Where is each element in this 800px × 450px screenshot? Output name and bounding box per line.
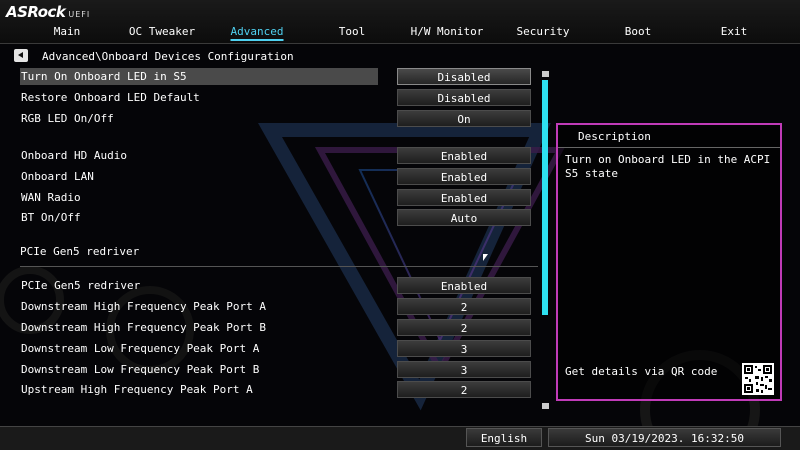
setting-value-dropdown[interactable]: Auto <box>397 209 531 226</box>
setting-ds-low-freq-port-a[interactable]: Downstream Low Frequency Peak Port A 3 <box>20 340 532 357</box>
setting-pcie-gen5-redriver[interactable]: PCIe Gen5 redriver Enabled <box>20 277 532 294</box>
setting-label: Downstream High Frequency Peak Port B <box>21 321 267 334</box>
setting-value-dropdown[interactable]: On <box>397 110 531 127</box>
tab-oc-tweaker[interactable]: OC Tweaker <box>129 25 195 38</box>
setting-label: Onboard HD Audio <box>21 149 127 162</box>
tab-advanced[interactable]: Advanced <box>230 25 284 41</box>
setting-value-input[interactable]: 3 <box>397 340 531 357</box>
description-text: Turn on Onboard LED in the ACPI S5 state <box>565 153 771 180</box>
language-button[interactable]: English <box>466 428 542 447</box>
setting-label: Turn On Onboard LED in S5 <box>20 68 378 85</box>
setting-label: Upstream High Frequency Peak Port A <box>21 383 253 396</box>
brand-name: ASRock <box>6 3 66 21</box>
tab-security[interactable]: Security <box>517 25 570 38</box>
setting-label: WAN Radio <box>21 191 81 204</box>
setting-ds-high-freq-port-a[interactable]: Downstream High Frequency Peak Port A 2 <box>20 298 532 315</box>
setting-label: Downstream Low Frequency Peak Port A <box>21 342 260 355</box>
description-panel: Description Turn on Onboard LED in the A… <box>556 123 782 401</box>
qr-code-icon[interactable] <box>742 363 774 395</box>
setting-onboard-hd-audio[interactable]: Onboard HD Audio Enabled <box>20 147 532 164</box>
setting-onboard-led-s5[interactable]: Turn On Onboard LED in S5 Disabled <box>20 68 532 85</box>
setting-us-high-freq-port-a[interactable]: Upstream High Frequency Peak Port A 2 <box>20 381 532 398</box>
setting-ds-high-freq-port-b[interactable]: Downstream High Frequency Peak Port B 2 <box>20 319 532 336</box>
asrock-logo: ASRock UEFI <box>6 3 90 21</box>
setting-rgb-led[interactable]: RGB LED On/Off On <box>20 110 532 127</box>
setting-value-dropdown[interactable]: Disabled <box>397 89 531 106</box>
setting-wan-radio[interactable]: WAN Radio Enabled <box>20 189 532 206</box>
tab-main[interactable]: Main <box>54 25 81 38</box>
section-divider <box>20 266 538 267</box>
scroll-up-arrow-icon[interactable] <box>542 71 549 77</box>
top-menu-bar: ASRock UEFI Main OC Tweaker Advanced Tool… <box>0 0 800 44</box>
setting-value-dropdown[interactable]: Enabled <box>397 147 531 164</box>
setting-value-input[interactable]: 2 <box>397 381 531 398</box>
description-header: Description <box>558 125 780 148</box>
setting-bt[interactable]: BT On/Off Auto <box>20 209 532 226</box>
setting-label: PCIe Gen5 redriver <box>21 279 141 292</box>
setting-value-input[interactable]: 3 <box>397 361 531 378</box>
setting-value-input[interactable]: 2 <box>397 319 531 336</box>
chevron-left-icon[interactable] <box>14 49 28 62</box>
description-title: Description <box>578 130 651 143</box>
setting-value-dropdown[interactable]: Enabled <box>397 189 531 206</box>
scroll-down-arrow-icon[interactable] <box>542 403 549 409</box>
mouse-cursor-icon <box>483 254 488 261</box>
tab-hw-monitor[interactable]: H/W Monitor <box>411 25 484 38</box>
setting-label: RGB LED On/Off <box>21 112 114 125</box>
tab-tool[interactable]: Tool <box>339 25 366 38</box>
setting-restore-led-default[interactable]: Restore Onboard LED Default Disabled <box>20 89 532 106</box>
setting-value-dropdown[interactable]: Disabled <box>397 68 531 85</box>
breadcrumb: Advanced\Onboard Devices Configuration <box>42 50 294 63</box>
setting-onboard-lan[interactable]: Onboard LAN Enabled <box>20 168 532 185</box>
brand-suffix: UEFI <box>68 10 91 19</box>
qr-label: Get details via QR code <box>565 365 718 378</box>
datetime-display: Sun 03/19/2023. 16:32:50 <box>548 428 781 447</box>
scrollbar-thumb[interactable] <box>542 80 548 315</box>
setting-label: BT On/Off <box>21 211 81 224</box>
setting-value-dropdown[interactable]: Enabled <box>397 168 531 185</box>
setting-label: Restore Onboard LED Default <box>21 91 200 104</box>
setting-label: Downstream High Frequency Peak Port A <box>21 300 267 313</box>
tab-exit[interactable]: Exit <box>721 25 748 38</box>
section-heading: PCIe Gen5 redriver <box>20 245 140 258</box>
setting-value-dropdown[interactable]: Enabled <box>397 277 531 294</box>
setting-value-input[interactable]: 2 <box>397 298 531 315</box>
setting-label: Onboard LAN <box>21 170 94 183</box>
setting-label: Downstream Low Frequency Peak Port B <box>21 363 260 376</box>
setting-ds-low-freq-port-b[interactable]: Downstream Low Frequency Peak Port B 3 <box>20 361 532 378</box>
tab-boot[interactable]: Boot <box>625 25 652 38</box>
